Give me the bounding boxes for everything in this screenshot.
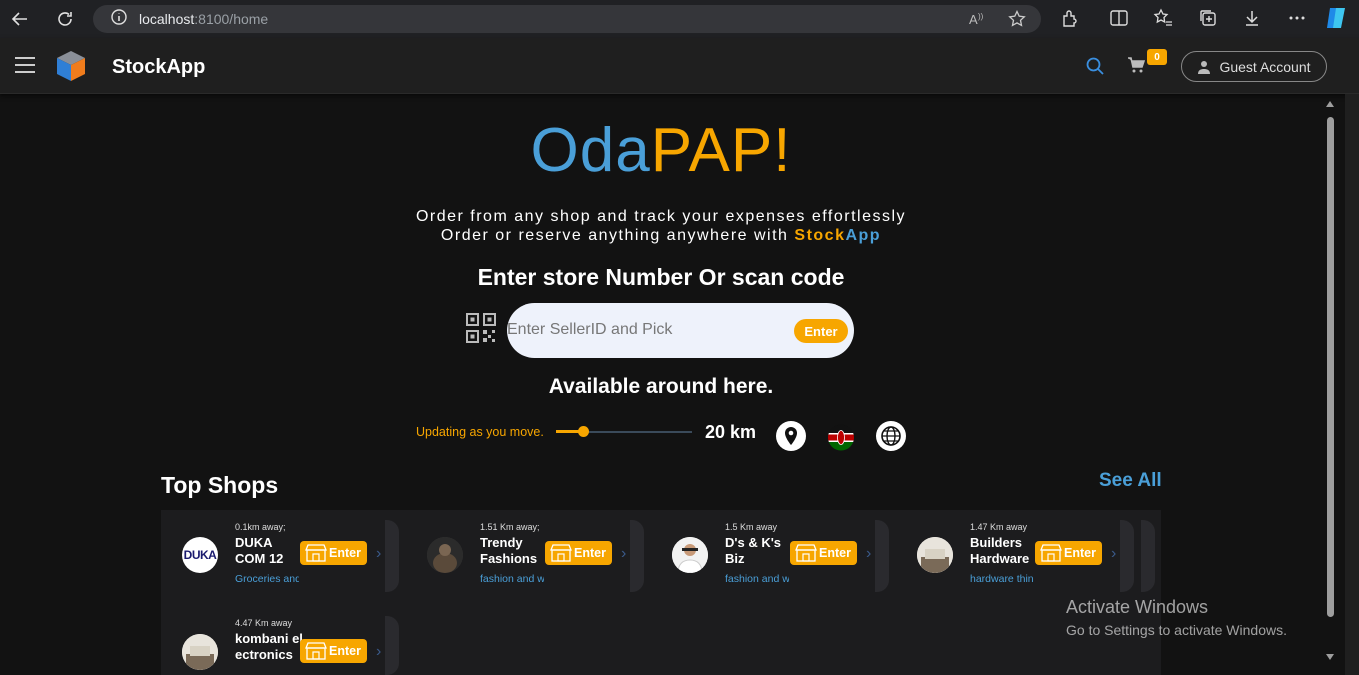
- address-bar[interactable]: localhost:8100/home A)): [93, 5, 1041, 33]
- seller-id-input[interactable]: [507, 319, 787, 341]
- storefront-icon: [550, 544, 572, 562]
- favorites-icon[interactable]: [1153, 8, 1173, 28]
- tagline-line-1: Order from any shop and track your expen…: [415, 208, 907, 225]
- chevron-right-icon[interactable]: ›: [376, 545, 381, 563]
- globe-icon[interactable]: [876, 421, 906, 451]
- shop-card[interactable]: 1.47 Km away Builders Hardware hardware …: [896, 510, 1134, 592]
- app-header: StockApp 0 Guest Account: [0, 38, 1359, 94]
- scroll-up-arrow-icon[interactable]: [1326, 101, 1334, 107]
- card-edge: [1141, 520, 1155, 592]
- see-all-link[interactable]: See All: [1099, 470, 1162, 492]
- shop-name: D's & K's Biz: [725, 535, 782, 566]
- shop-card[interactable]: 4.47 Km away kombani electronics Enter ›: [161, 606, 399, 675]
- scroll-thumb[interactable]: [1327, 117, 1334, 617]
- qr-code-scan-icon[interactable]: [466, 313, 496, 348]
- shop-avatar: DUKA: [182, 537, 218, 573]
- top-shops-heading: Top Shops: [161, 472, 279, 498]
- location-pin-icon[interactable]: [776, 421, 806, 451]
- storefront-icon: [795, 544, 817, 562]
- enter-store-heading: Enter store Number Or scan code: [477, 264, 845, 290]
- card-edge: [385, 616, 399, 675]
- shop-card[interactable]: DUKA 0.1km away; DUKA COM 12 Groceries a…: [161, 510, 399, 592]
- storefront-icon: [305, 642, 327, 660]
- split-screen-icon[interactable]: [1109, 8, 1129, 28]
- shop-distance: 1.47 Km away: [970, 522, 1028, 532]
- shop-card[interactable]: 1.5 Km away D's & K's Biz fashion and we…: [651, 510, 889, 592]
- chevron-right-icon[interactable]: ›: [866, 545, 871, 563]
- app-title: StockApp: [112, 56, 206, 78]
- updating-text: Updating as you move.: [416, 425, 544, 439]
- shop-distance: 1.51 Km away;: [480, 522, 540, 532]
- guest-account-label: Guest Account: [1219, 58, 1311, 75]
- seller-search-box: Enter: [507, 303, 854, 358]
- svg-text:A: A: [969, 12, 978, 27]
- shop-category: fashion and wear: [480, 573, 544, 585]
- favorite-star-icon[interactable]: [1008, 9, 1026, 33]
- brand-title: OdaPAP!: [530, 116, 792, 185]
- shop-card[interactable]: 1.51 Km away; Trendy Fashions fashion an…: [406, 510, 644, 592]
- user-icon: [1198, 60, 1211, 74]
- radius-slider-handle[interactable]: [577, 426, 589, 437]
- guest-account-button[interactable]: Guest Account: [1181, 51, 1327, 82]
- shop-category: fashion and wear: [725, 573, 789, 585]
- app-logo-icon: [55, 49, 87, 88]
- shop-avatar: [427, 537, 463, 573]
- card-edge: [385, 520, 399, 592]
- shop-avatar: [672, 537, 708, 573]
- browser-toolbar: localhost:8100/home A)): [0, 0, 1359, 38]
- collections-icon[interactable]: [1198, 8, 1218, 28]
- scroll-down-arrow-icon[interactable]: [1326, 654, 1334, 660]
- search-icon[interactable]: [1085, 56, 1105, 81]
- shop-enter-button[interactable]: Enter: [545, 541, 612, 565]
- back-arrow-icon[interactable]: [9, 8, 31, 30]
- refresh-icon[interactable]: [54, 8, 76, 30]
- downloads-icon[interactable]: [1242, 8, 1262, 28]
- shop-card-partial: [1141, 510, 1161, 592]
- shop-name: DUKA COM 12: [235, 535, 284, 566]
- kenya-flag-icon[interactable]: [826, 424, 856, 451]
- activate-windows-title: Activate Windows: [1066, 597, 1209, 617]
- shop-enter-button[interactable]: Enter: [1035, 541, 1102, 565]
- hamburger-menu-icon[interactable]: [15, 57, 35, 73]
- shop-avatar: [182, 634, 218, 670]
- shop-category: hardware things: [970, 573, 1034, 585]
- page-scrollbar[interactable]: [1325, 97, 1336, 665]
- shops-panel: DUKA 0.1km away; DUKA COM 12 Groceries a…: [161, 510, 1161, 675]
- shop-distance: 4.47 Km away: [235, 618, 293, 628]
- storefront-icon: [1040, 544, 1062, 562]
- chevron-right-icon[interactable]: ›: [376, 643, 381, 661]
- shop-enter-button[interactable]: Enter: [300, 541, 367, 565]
- shop-category: Groceries and: [235, 573, 299, 585]
- cart-count-badge: 0: [1147, 49, 1167, 65]
- read-aloud-icon[interactable]: A)): [969, 11, 987, 32]
- shop-distance: 0.1km away;: [235, 522, 286, 532]
- site-info-icon[interactable]: [111, 8, 127, 30]
- tagline-line-2: Order or reserve anything anywhere with …: [440, 227, 882, 244]
- copilot-icon[interactable]: [1324, 6, 1350, 30]
- shop-avatar: [917, 537, 953, 573]
- more-options-icon[interactable]: [1287, 8, 1307, 28]
- card-edge: [630, 520, 644, 592]
- seller-enter-button[interactable]: Enter: [794, 319, 848, 343]
- shop-name: kombani electronics: [235, 631, 303, 662]
- storefront-icon: [305, 544, 327, 562]
- card-edge: [875, 520, 889, 592]
- available-heading: Available around here.: [548, 375, 774, 398]
- right-gutter: [1345, 94, 1359, 675]
- activate-windows-subtitle: Go to Settings to activate Windows.: [1066, 622, 1287, 638]
- shop-name: Builders Hardware: [970, 535, 1030, 566]
- shop-distance: 1.5 Km away: [725, 522, 778, 532]
- card-edge: [1120, 520, 1134, 592]
- cart-icon[interactable]: [1127, 56, 1146, 79]
- radius-value: 20 km: [705, 422, 757, 442]
- url-text: localhost:8100/home: [139, 11, 269, 27]
- extensions-icon[interactable]: [1060, 8, 1080, 28]
- chevron-right-icon[interactable]: ›: [621, 545, 626, 563]
- svg-text:)): )): [978, 12, 984, 21]
- shop-enter-button[interactable]: Enter: [300, 639, 367, 663]
- chevron-right-icon[interactable]: ›: [1111, 545, 1116, 563]
- shop-name: Trendy Fashions: [480, 535, 538, 566]
- shop-enter-button[interactable]: Enter: [790, 541, 857, 565]
